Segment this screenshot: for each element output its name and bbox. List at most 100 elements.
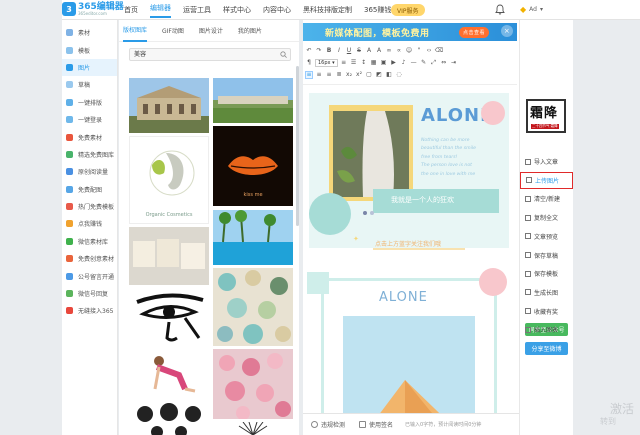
undo-icon[interactable]: ↶	[305, 47, 313, 55]
shadow-icon[interactable]: ◩	[375, 71, 383, 79]
redo-icon[interactable]: ↷	[315, 47, 323, 55]
nav-styles[interactable]: 样式中心	[223, 5, 251, 15]
sidebar-item[interactable]: 微信号回复	[62, 285, 117, 302]
library-scrollbar[interactable]	[296, 66, 299, 226]
transparency-icon[interactable]: ◌	[395, 71, 403, 79]
sidebar-item[interactable]: 精选免费图库	[62, 146, 117, 163]
tab-copyright-images[interactable]: 版权图库	[123, 19, 148, 42]
thumb-pattern[interactable]	[213, 268, 293, 346]
sidebar-item[interactable]: 公号留言开通	[62, 267, 117, 284]
logo[interactable]: 3 365编辑器 365editor.com	[62, 2, 124, 16]
align-justify-icon[interactable]: ≣	[335, 71, 343, 79]
bold-icon[interactable]: B	[325, 47, 333, 55]
violation-check-button[interactable]: 违规检测	[311, 420, 345, 429]
insert-chart-button[interactable]: 插入图表	[520, 321, 573, 338]
sidebar-item[interactable]: 无缝接入365	[62, 302, 117, 319]
article-preview-button[interactable]: 文章预览	[520, 228, 573, 245]
sidebar-item[interactable]: 免费配图	[62, 181, 117, 198]
sidebar-item[interactable]: 草稿	[62, 76, 117, 93]
upload-image-button[interactable]: 上传图片	[520, 171, 573, 189]
ordered-list-icon[interactable]: ≡	[340, 59, 348, 67]
tab-my-images[interactable]: 我的图片	[238, 20, 262, 41]
search-icon[interactable]	[280, 51, 287, 58]
align-left-icon[interactable]: ≡	[305, 70, 313, 79]
sidebar-item[interactable]: 免费素材	[62, 128, 117, 145]
thumb-soap[interactable]	[129, 227, 209, 285]
thumb-badges[interactable]	[129, 400, 209, 435]
editor-canvas[interactable]: ALONE Nothing can be more beautiful than…	[303, 84, 517, 429]
nav-editor[interactable]: 编辑器	[150, 3, 171, 18]
share-to-weibo-button[interactable]: 分享至微博	[525, 342, 568, 355]
sidebar-item[interactable]: 素材	[62, 24, 117, 41]
use-signature-button[interactable]: 使用签名	[359, 420, 393, 429]
thumb-lips[interactable]: kiss me	[213, 126, 293, 206]
paragraph-icon[interactable]: ¶	[305, 59, 313, 67]
strikethrough-icon[interactable]: S	[355, 47, 363, 55]
table-icon[interactable]: ▦	[370, 59, 378, 67]
sidebar-item[interactable]: 微信素材库	[62, 233, 117, 250]
copy-all-button[interactable]: 复制全文	[520, 209, 573, 226]
tab-image-design[interactable]: 图片设计	[199, 20, 223, 41]
clear-new-button[interactable]: 清空/新建	[520, 190, 573, 207]
close-icon[interactable]: ×	[501, 25, 513, 37]
emoji-icon[interactable]: ☺	[405, 47, 413, 55]
user-menu[interactable]: ◆ Ad ▾	[520, 5, 543, 14]
font-color-icon[interactable]: A	[365, 47, 373, 55]
sidebar-item[interactable]: 模板	[62, 41, 117, 58]
underline-icon[interactable]: U	[345, 47, 353, 55]
hr-icon[interactable]: —	[410, 59, 418, 67]
code-icon[interactable]: ‹›	[425, 47, 433, 55]
font-size-select[interactable]: 16px ▾	[315, 58, 338, 67]
nav-custom[interactable]: 黑科技排版定制	[303, 5, 352, 15]
thumb-pool[interactable]	[213, 210, 293, 265]
save-draft-button[interactable]: 保存草稿	[520, 247, 573, 264]
align-center-icon[interactable]: ≡	[315, 71, 323, 79]
border-icon[interactable]: ▢	[365, 71, 373, 79]
search-input[interactable]: 美容	[129, 48, 291, 61]
banner-view-button[interactable]: 点击查看	[458, 27, 489, 38]
nav-tools[interactable]: 运营工具	[183, 5, 211, 15]
music-icon[interactable]: ♪	[400, 59, 408, 67]
import-article-button[interactable]: 导入文章	[520, 153, 573, 170]
superscript-icon[interactable]: x²	[355, 71, 363, 79]
sidebar-item[interactable]: 原创阅读量	[62, 163, 117, 180]
highlight-icon[interactable]: A	[375, 47, 383, 55]
image-icon[interactable]: ▣	[380, 59, 388, 67]
thumb-organic-cosmetics[interactable]: Organic Cosmetics	[129, 136, 209, 224]
align-right-icon[interactable]: ≡	[325, 71, 333, 79]
thumb-flowers[interactable]	[213, 349, 293, 419]
clear-format-icon[interactable]: ⌫	[435, 47, 443, 55]
sidebar-item[interactable]: 点我赚钱	[62, 215, 117, 232]
save-template-button[interactable]: 保存模板	[520, 265, 573, 282]
sidebar-item[interactable]: 一键登录	[62, 111, 117, 128]
vip-button[interactable]: VIP服务	[391, 4, 425, 16]
letter-spacing-icon[interactable]: ⇔	[440, 59, 448, 67]
thumb-woman[interactable]	[129, 349, 209, 397]
thumb-city[interactable]	[213, 78, 293, 123]
sidebar-item[interactable]: 热门免费模板	[62, 198, 117, 215]
sidebar-item[interactable]: 图片	[62, 58, 117, 77]
format-painter-icon[interactable]: ✎	[420, 59, 428, 67]
generate-long-image-button[interactable]: 生成长图	[520, 284, 573, 301]
sidebar-item[interactable]: 一键排版	[62, 94, 117, 111]
tab-gif[interactable]: GIF动图	[162, 20, 184, 41]
thumb-burst[interactable]	[213, 422, 293, 435]
unordered-list-icon[interactable]: ☰	[350, 59, 358, 67]
link-icon[interactable]: ∞	[385, 47, 393, 55]
thumb-eye-of-horus[interactable]	[129, 288, 209, 346]
unlink-icon[interactable]: ∝	[395, 47, 403, 55]
bell-icon[interactable]	[495, 4, 505, 15]
italic-icon[interactable]: I	[335, 47, 343, 55]
fullscreen-icon[interactable]: ⤢	[430, 59, 438, 67]
indent-icon[interactable]: ⇥	[450, 59, 458, 67]
subscript-icon[interactable]: x₂	[345, 71, 353, 79]
quote-icon[interactable]: "	[415, 47, 423, 55]
background-icon[interactable]: ◧	[385, 71, 393, 79]
nav-home[interactable]: 首页	[124, 5, 138, 15]
line-height-icon[interactable]: ↕	[360, 59, 368, 67]
video-icon[interactable]: ▶	[390, 59, 398, 67]
thumb-building[interactable]	[129, 78, 209, 133]
sidebar-item[interactable]: 免费创意素材	[62, 250, 117, 267]
favorite-reward-button[interactable]: 收藏有奖	[520, 303, 573, 320]
nav-content[interactable]: 内容中心	[263, 5, 291, 15]
